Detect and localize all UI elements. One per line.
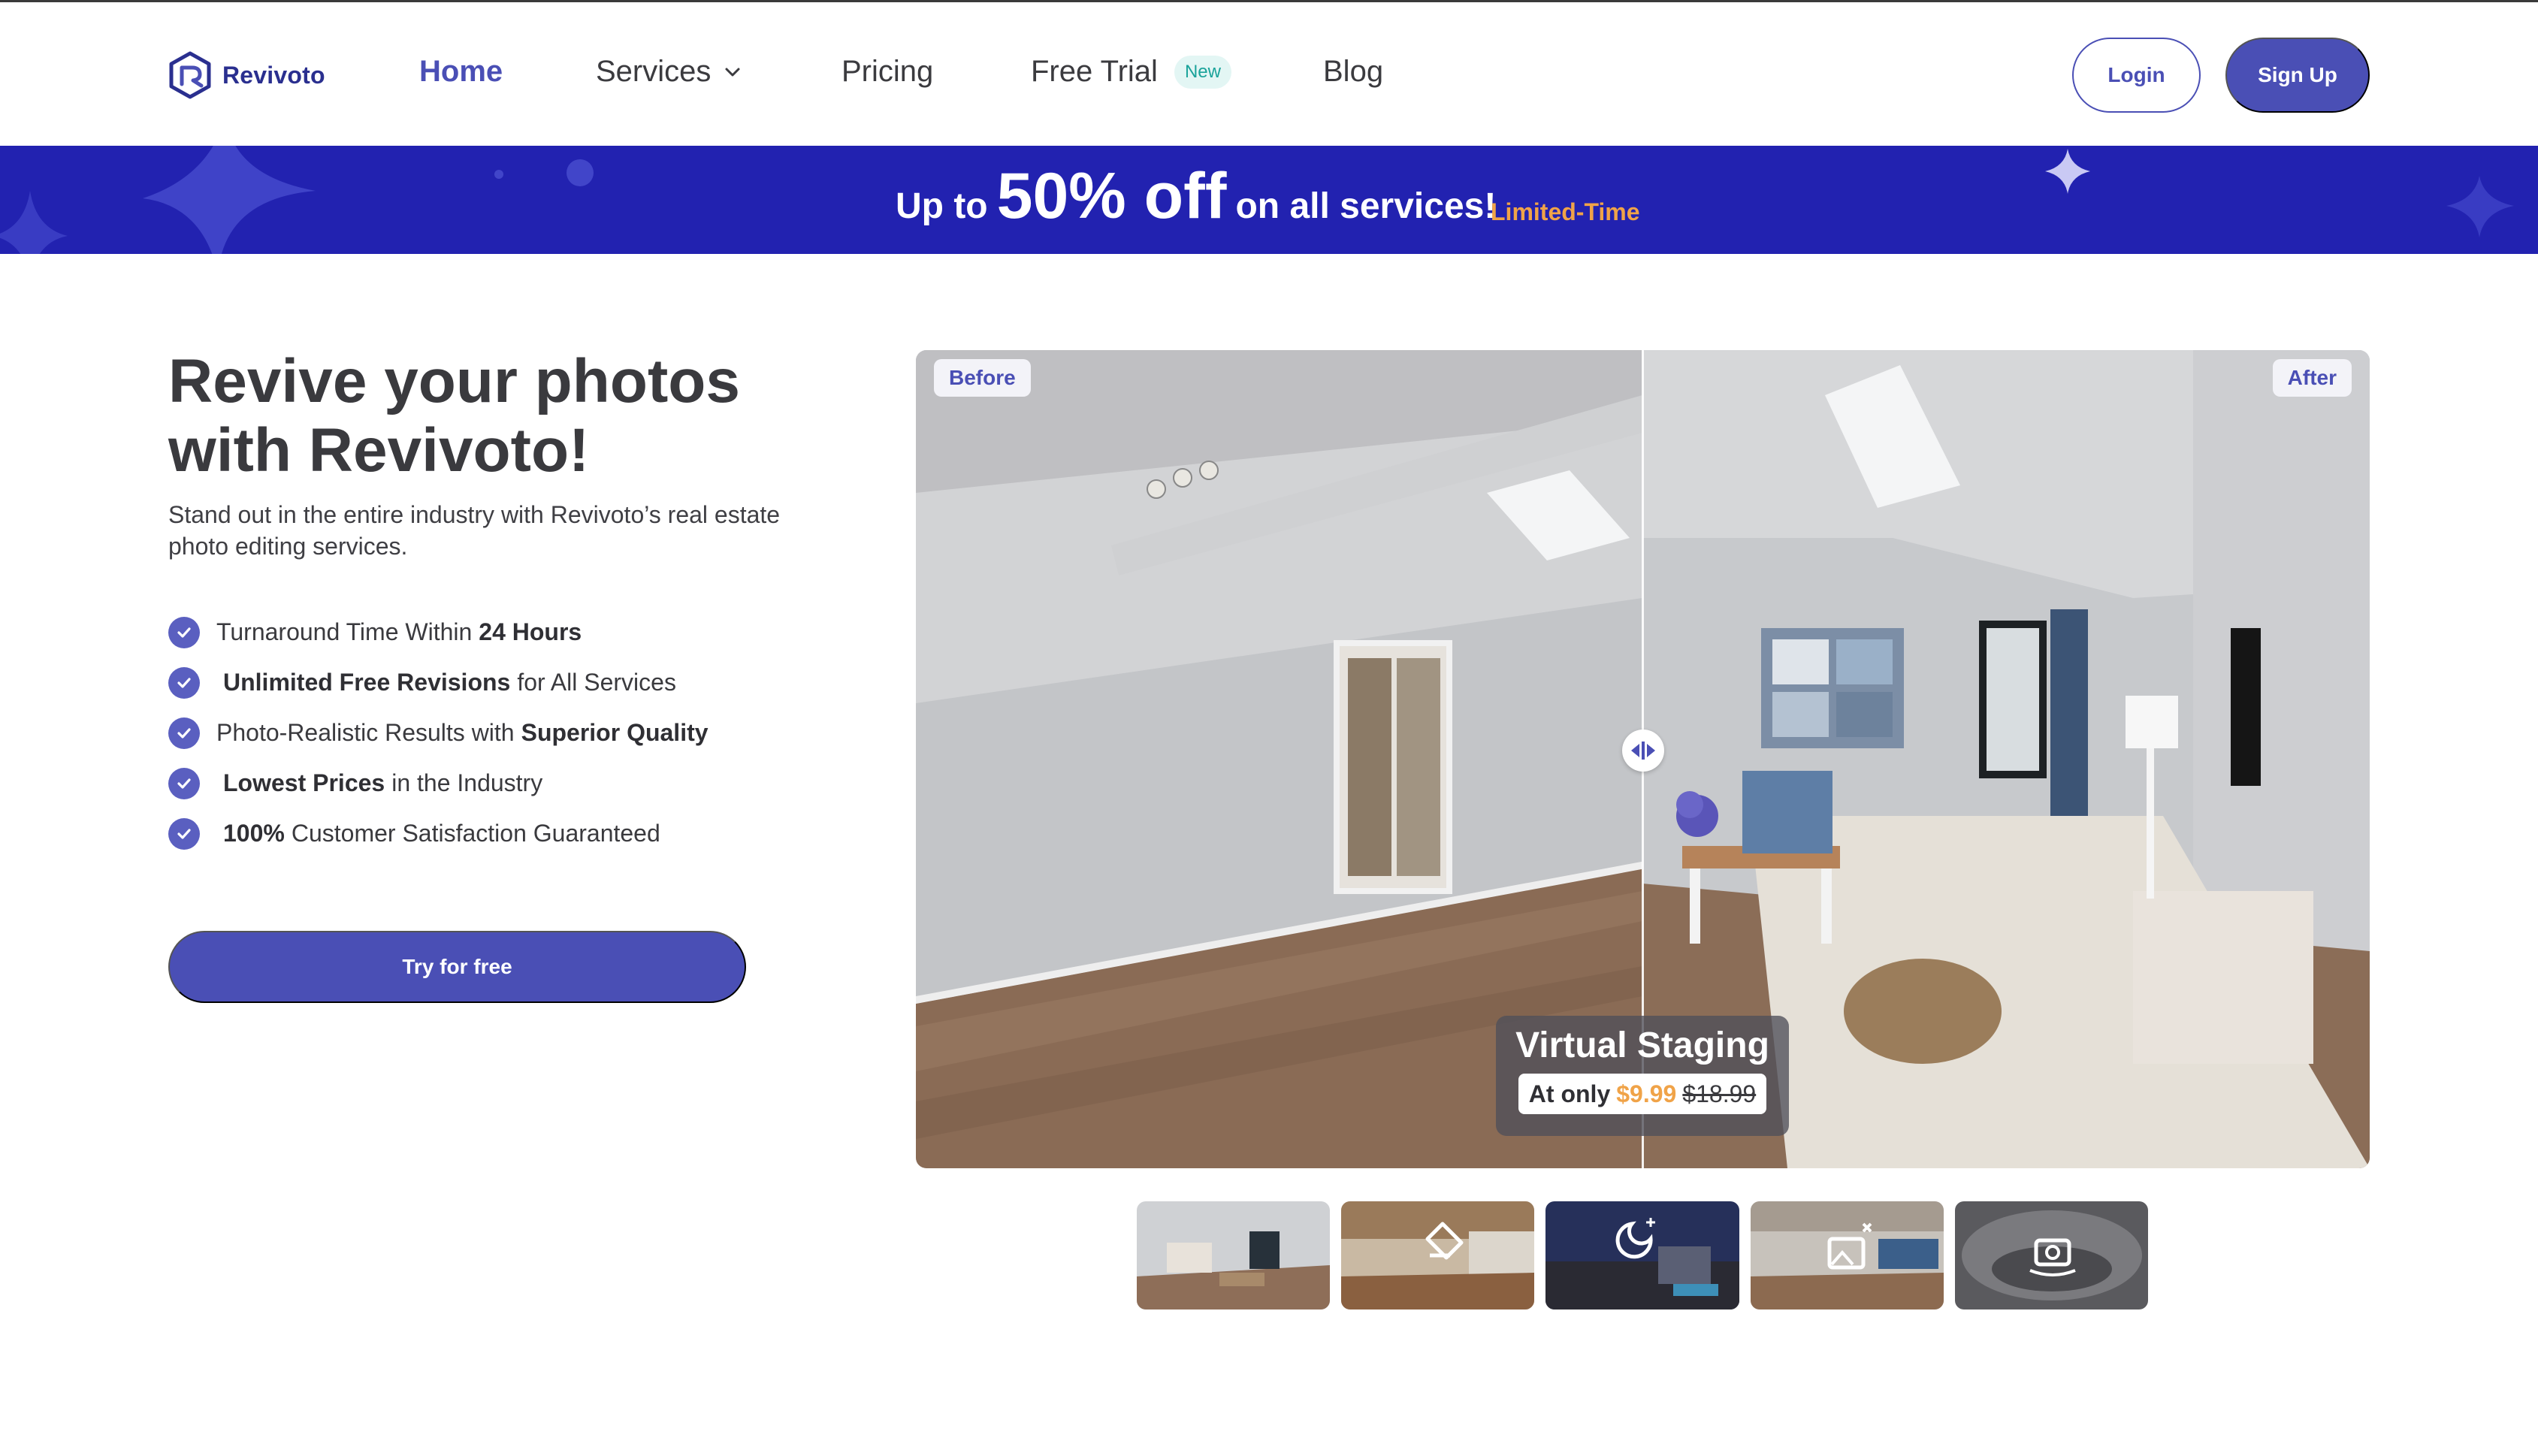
feature-item: Turnaround Time Within 24 Hours (168, 607, 844, 657)
hero-title-line1: Revive your photos (168, 347, 740, 415)
login-button[interactable]: Login (2072, 38, 2201, 113)
service-title: Virtual Staging (1515, 1026, 1769, 1065)
feature-text: Photo-Realistic Results with (216, 719, 515, 746)
feature-item: 100% Customer Satisfaction Guaranteed (168, 808, 844, 859)
service-thumbnails (1137, 1201, 2149, 1309)
thumbnail-day-to-dusk[interactable] (1545, 1201, 1739, 1309)
check-circle-icon (168, 717, 200, 749)
nav-home-label: Home (419, 55, 503, 88)
before-label: Before (934, 359, 1031, 397)
moon-icon (1545, 1201, 1739, 1309)
feature-text: Turnaround Time Within (216, 618, 473, 645)
price-original: $18.99 (1682, 1080, 1757, 1107)
price-prefix: At only (1528, 1080, 1611, 1107)
hero-title: Revive your photos with Revivoto! (168, 347, 844, 485)
thumbnail-photo-enhancement[interactable] (1750, 1201, 1944, 1309)
check-circle-icon (168, 767, 200, 799)
service-price-card: Virtual Staging At only $9.99 $18.99 (1496, 1016, 1789, 1136)
nav-blog[interactable]: Blog (1323, 55, 1383, 89)
promo-banner[interactable]: Up to 50% off on all services! Limited-T… (0, 146, 2538, 254)
promo-limited-time-tag: Limited-Time (1491, 198, 1640, 225)
feature-text: Customer Satisfaction Guaranteed (291, 820, 660, 847)
promo-headline: Up to 50% off on all services! (896, 159, 1496, 242)
brand-name: Revivoto (222, 61, 325, 89)
try-for-free-button[interactable]: Try for free (168, 931, 746, 1003)
check-circle-icon (168, 817, 200, 850)
360-camera-icon (1954, 1201, 2149, 1309)
nav-pricing-label: Pricing (841, 55, 934, 88)
feature-bold: Superior Quality (521, 719, 709, 746)
hero-subtitle: Stand out in the entire industry with Re… (168, 501, 781, 560)
feature-item: Photo-Realistic Results with Superior Qu… (168, 708, 844, 758)
nav-home[interactable]: Home (419, 55, 503, 89)
after-label: After (2272, 359, 2352, 397)
thumbnail-virtual-staging[interactable] (1137, 1201, 1331, 1309)
image-sparkle-icon (1750, 1201, 1944, 1309)
check-circle-icon (168, 666, 200, 699)
eraser-icon (1341, 1201, 1535, 1309)
feature-item: Unlimited Free Revisions for All Service… (168, 657, 844, 708)
revivoto-logo-icon (169, 51, 211, 99)
feature-bold: Lowest Prices (223, 769, 385, 796)
brand-logo[interactable]: Revivoto (168, 49, 325, 101)
feature-bold: Unlimited Free Revisions (223, 669, 511, 696)
thumbnail-360-tour[interactable] (1954, 1201, 2149, 1309)
promo-suffix: on all services! (1235, 186, 1497, 226)
slider-handle[interactable] (1622, 730, 1664, 772)
feature-bold: 24 Hours (479, 618, 582, 645)
nav-blog-label: Blog (1323, 55, 1384, 88)
feature-list: Turnaround Time Within 24 Hours Unlimite… (168, 607, 844, 859)
feature-item: Lowest Prices in the Industry (168, 758, 844, 808)
feature-text: for All Services (517, 669, 676, 696)
chevron-down-icon (725, 68, 740, 76)
top-navigation: Revivoto Home Services Pricing Free Tria… (0, 2, 2538, 146)
signup-button[interactable]: Sign Up (2225, 38, 2370, 113)
nav-pricing[interactable]: Pricing (841, 55, 933, 89)
new-badge: New (1174, 55, 1231, 89)
check-circle-icon (168, 616, 200, 648)
thumbnail-image (1137, 1201, 1331, 1309)
nav-services[interactable]: Services (596, 55, 742, 89)
nav-free-trial-label: Free Trial (1031, 55, 1158, 88)
thumbnail-item-removal[interactable] (1341, 1201, 1535, 1309)
promo-prefix: Up to (896, 186, 988, 226)
feature-text: in the Industry (391, 769, 543, 796)
feature-bold: 100% (223, 820, 285, 847)
price-box: At only $9.99 $18.99 (1518, 1074, 1767, 1114)
slider-arrows-icon (1631, 742, 1655, 760)
nav-services-label: Services (596, 55, 712, 88)
hero-title-line2: with Revivoto! (168, 416, 590, 485)
before-after-slider[interactable]: Before After Virtual Staging At only $9.… (916, 350, 2370, 1168)
price-current: $9.99 (1616, 1080, 1677, 1107)
nav-free-trial[interactable]: Free Trial New (1031, 55, 1231, 89)
promo-amount: 50% off (996, 160, 1227, 232)
